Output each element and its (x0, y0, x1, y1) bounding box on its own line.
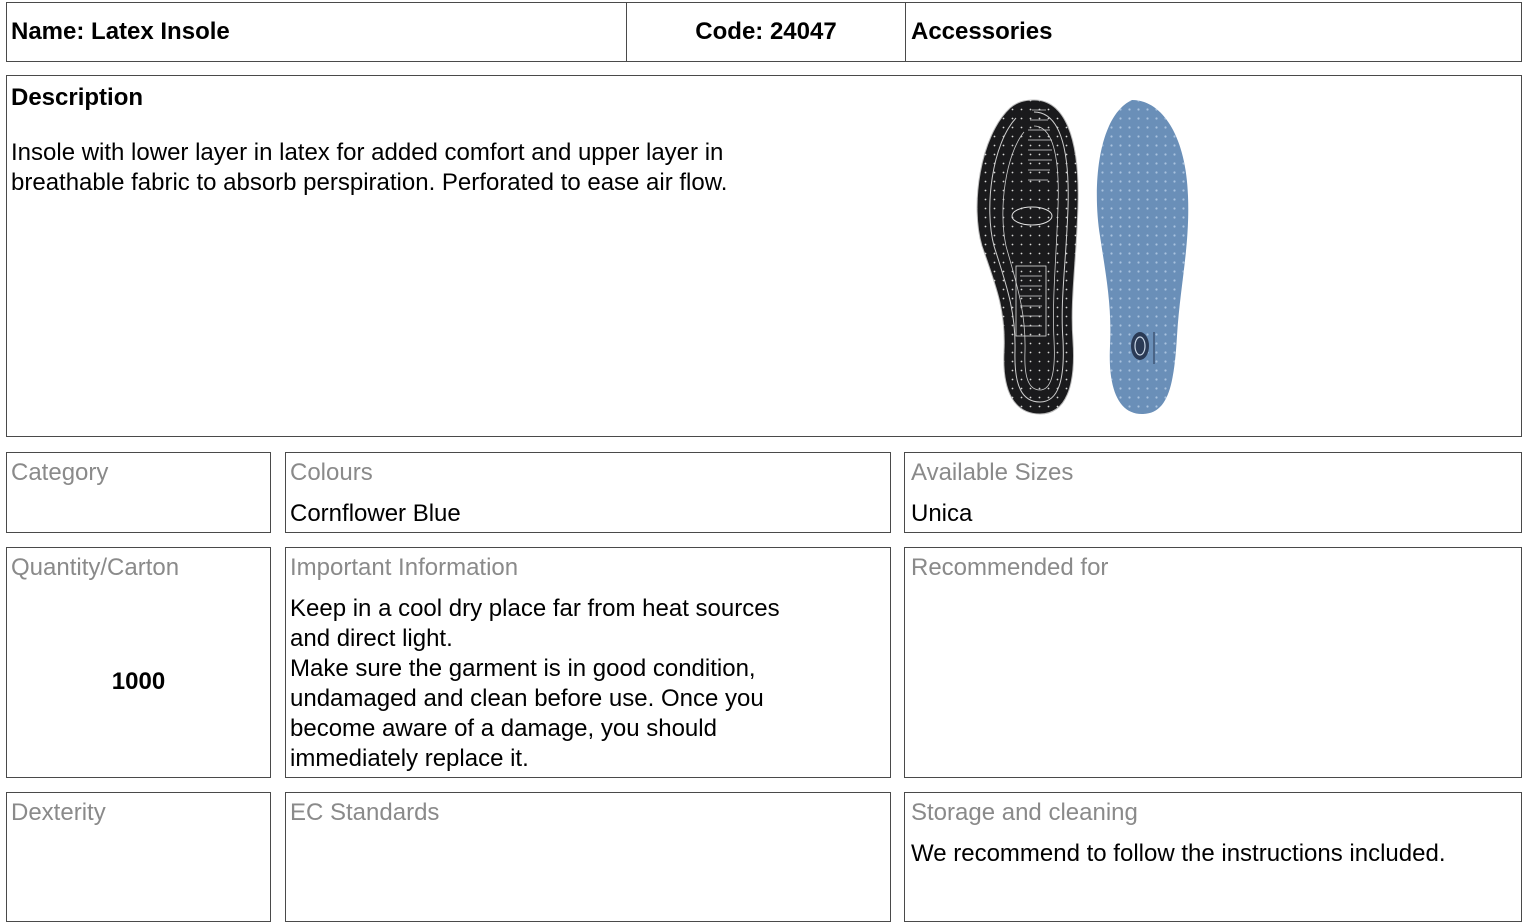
product-code: Code: 24047 (695, 18, 837, 45)
dexterity-cell: Dexterity (6, 792, 271, 922)
ec-standards-cell: EC Standards (285, 792, 891, 922)
quantity-value: 1000 (111, 668, 166, 695)
description-text: Insole with lower layer in latex for add… (11, 138, 727, 198)
recommended-cell: Recommended for (904, 547, 1522, 778)
insole-pair-image (976, 99, 1189, 415)
sizes-cell: Available Sizes Unica (904, 452, 1522, 533)
important-info-label: Important Information (290, 554, 519, 581)
colours-label: Colours (290, 459, 373, 486)
description-title: Description (11, 84, 144, 111)
sizes-label: Available Sizes (911, 459, 1074, 486)
colours-cell: Colours Cornflower Blue (285, 452, 891, 533)
colours-value: Cornflower Blue (290, 500, 461, 527)
ec-standards-label: EC Standards (290, 799, 440, 826)
important-line: Make sure the garment is in good conditi… (290, 655, 756, 682)
storage-cell: Storage and cleaning We recommend to fol… (904, 792, 1522, 922)
important-line: immediately replace it. (290, 745, 529, 772)
description-line-2: breathable fabric to absorb perspiration… (11, 169, 728, 196)
description-section: Description Insole with lower layer in l… (6, 75, 1522, 437)
important-line: Keep in a cool dry place far from heat s… (290, 595, 780, 622)
important-info-text: Keep in a cool dry place far from heat s… (290, 594, 780, 774)
product-family-cell: Accessories (905, 2, 1522, 62)
description-line-1: Insole with lower layer in latex for add… (11, 139, 724, 166)
product-code-cell: Code: 24047 (626, 2, 906, 62)
category-cell: Category (6, 452, 271, 533)
storage-label: Storage and cleaning (911, 799, 1138, 826)
important-line: undamaged and clean before use. Once you (290, 685, 764, 712)
quantity-label: Quantity/Carton (11, 554, 180, 581)
product-name: Name: Latex Insole (11, 18, 230, 45)
storage-value: We recommend to follow the instructions … (911, 840, 1446, 867)
quantity-cell: Quantity/Carton 1000 (6, 547, 271, 778)
product-family: Accessories (911, 18, 1053, 45)
black-insole-icon (976, 99, 1079, 415)
product-name-cell: Name: Latex Insole (6, 2, 627, 62)
category-label: Category (11, 459, 109, 486)
important-line: and direct light. (290, 625, 453, 652)
important-line: become aware of a damage, you should (290, 715, 717, 742)
important-info-cell: Important Information Keep in a cool dry… (285, 547, 891, 778)
dexterity-label: Dexterity (11, 799, 106, 826)
sizes-value: Unica (911, 500, 973, 527)
recommended-label: Recommended for (911, 554, 1109, 581)
blue-insole-icon (1096, 100, 1189, 414)
